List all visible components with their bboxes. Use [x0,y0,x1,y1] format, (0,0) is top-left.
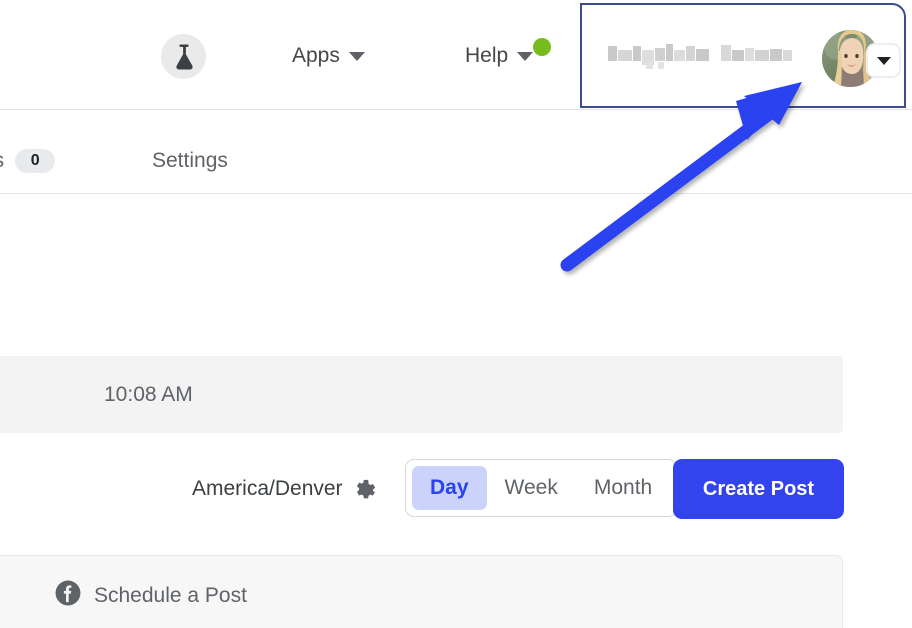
nav-help-menu[interactable]: Help [465,44,534,68]
timezone-label: America/Denver [192,477,343,500]
gear-icon[interactable] [355,478,378,501]
view-option-week[interactable]: Week [487,466,576,510]
secondary-tab-bar: fts 0 Settings [0,110,912,194]
view-option-day[interactable]: Day [412,466,487,510]
tab-settings[interactable]: Settings [152,149,228,173]
chevron-down-icon [517,51,534,61]
time-slot-label: 10:08 AM [104,383,193,406]
schedule-post-card: Schedule a Post [0,555,843,628]
calendar-toolbar: America/Denver Day Week Month Create Pos… [0,194,912,519]
chevron-down-icon [876,56,891,65]
view-mode-segmented-control[interactable]: Day Week Month [405,459,678,517]
tab-settings-label: Settings [152,149,228,172]
timezone-selector[interactable]: America/Denver [192,477,378,501]
account-menu-highlight[interactable] [580,3,906,108]
nav-apps-menu[interactable]: Apps [292,44,365,68]
nav-apps-label: Apps [292,44,340,67]
account-name-redacted [608,42,798,69]
nav-help-label: Help [465,44,509,67]
facebook-icon [55,580,81,612]
status-indicator-dot [533,38,551,56]
view-option-month[interactable]: Month [576,466,670,510]
create-post-button[interactable]: Create Post [673,459,844,519]
account-dropdown-button[interactable] [866,43,901,78]
calendar-time-slot[interactable]: 10:08 AM [0,356,843,433]
lab-flask-icon[interactable] [161,34,206,79]
drafts-count-badge: 0 [15,149,56,173]
schedule-a-post-action[interactable]: Schedule a Post [55,580,247,612]
schedule-a-post-label: Schedule a Post [94,584,247,607]
chevron-down-icon [348,51,365,61]
tab-drafts[interactable]: fts 0 [0,149,56,173]
tab-drafts-label: fts [0,149,4,173]
